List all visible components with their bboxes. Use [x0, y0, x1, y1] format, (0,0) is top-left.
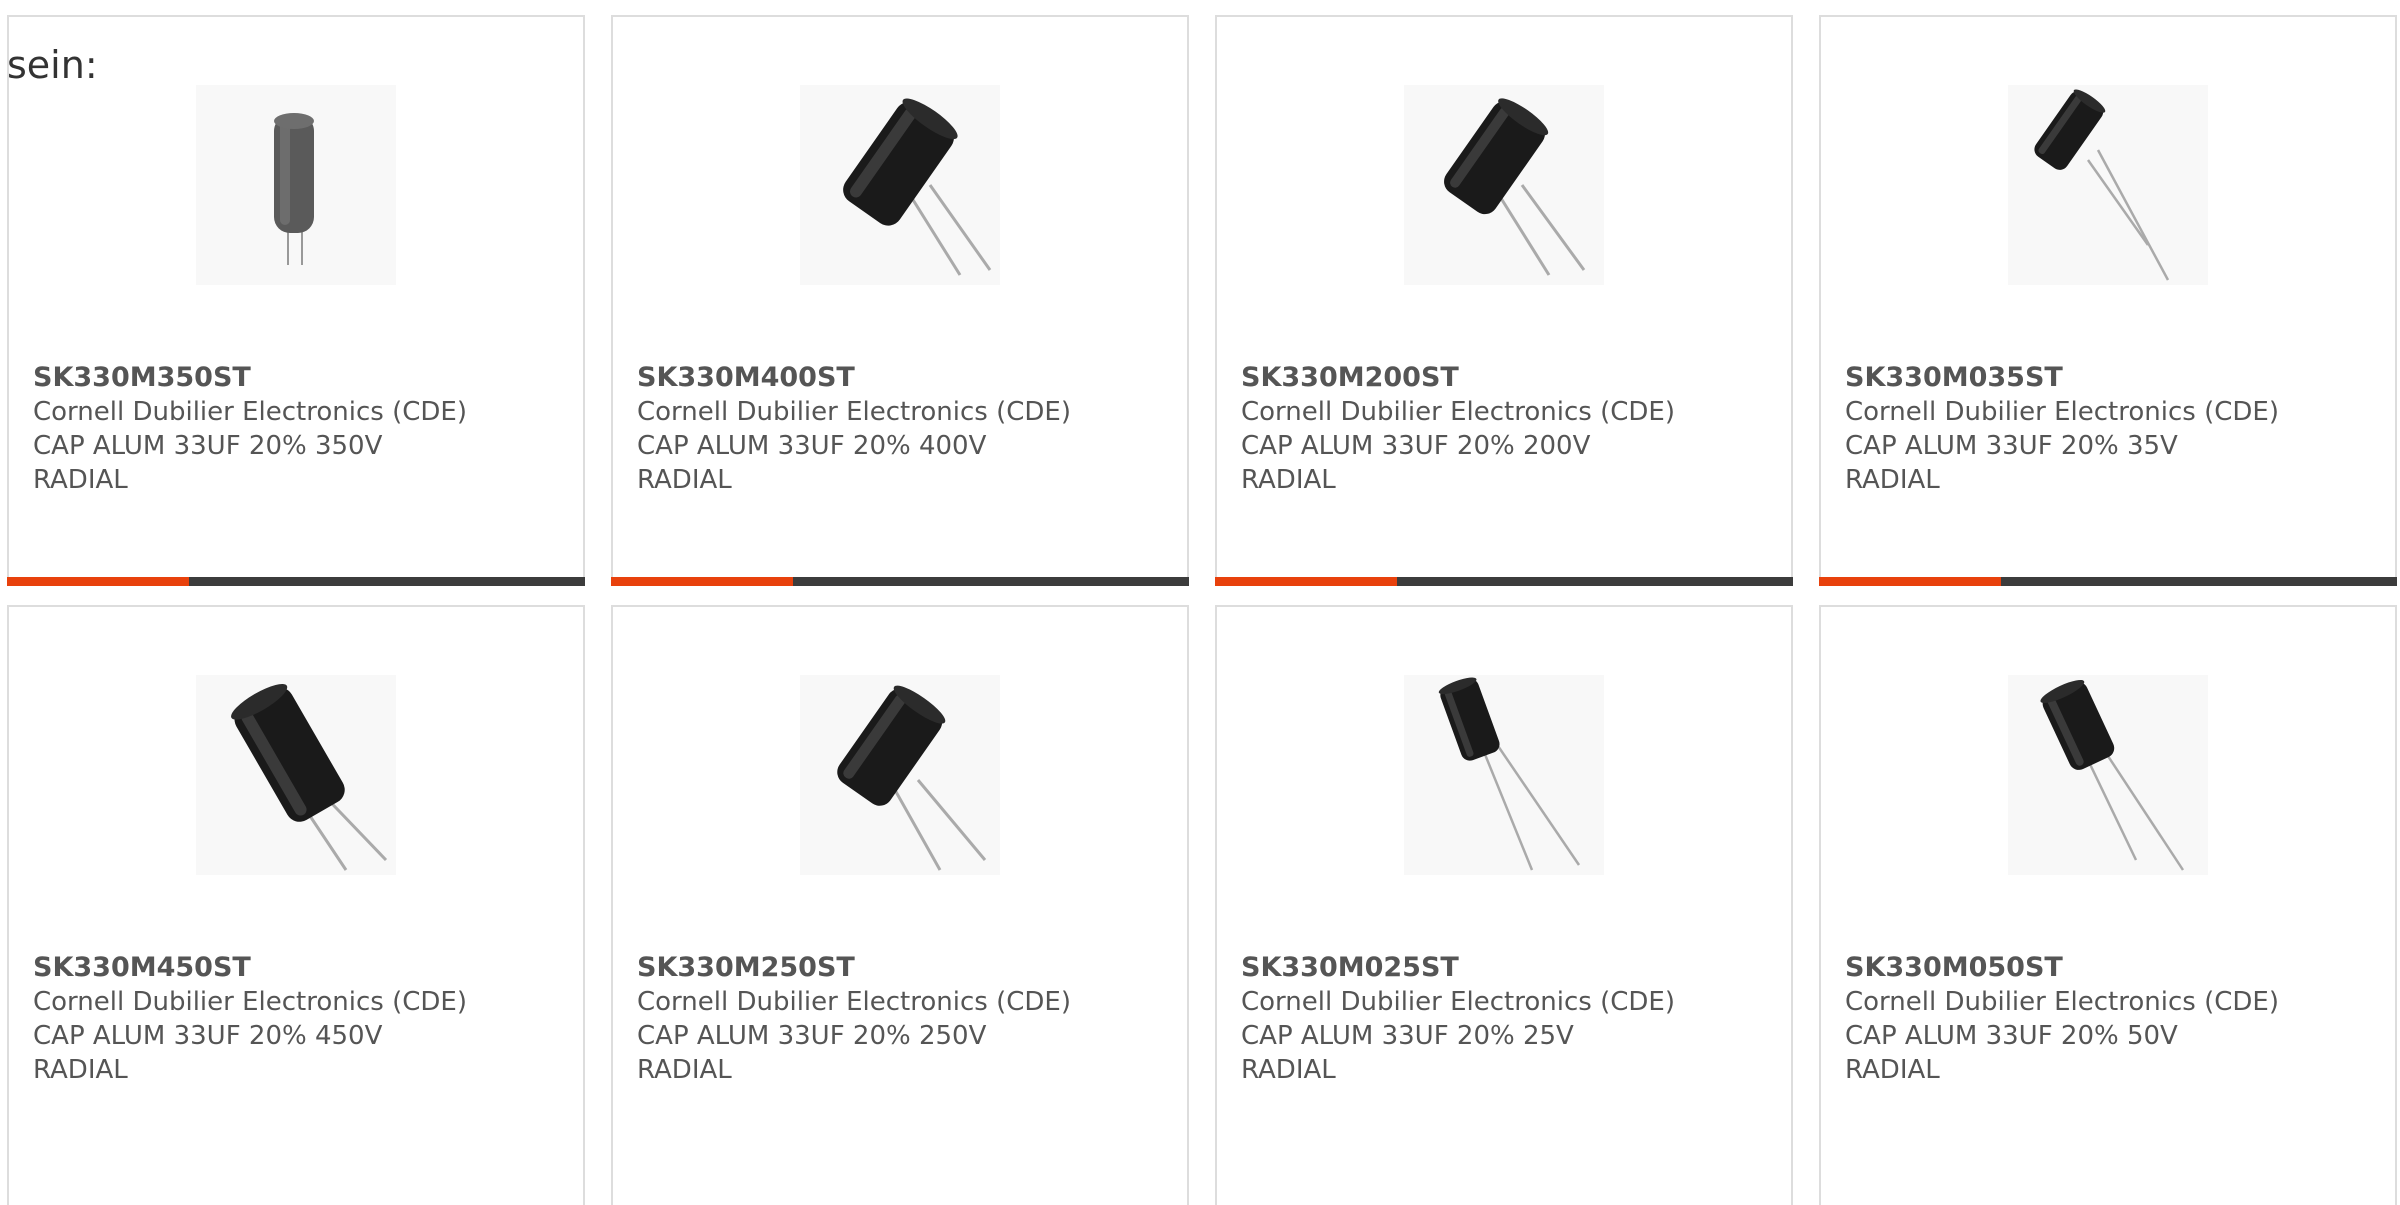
package: RADIAL	[1845, 1055, 1940, 1085]
capacitor-small-icon	[2040, 679, 2185, 871]
part-number-link[interactable]: SK330M025ST	[1241, 951, 1771, 985]
description: CAP ALUM 33UF 20% 200V	[1241, 431, 1591, 461]
card-footer-accent	[7, 577, 190, 586]
product-grid: SK330M350ST Cornell Dubilier Electronics…	[0, 0, 2400, 1205]
product-card[interactable]: SK330M050ST Cornell Dubilier Electronics…	[1819, 605, 2397, 1205]
part-number-link[interactable]: SK330M050ST	[1845, 951, 2375, 985]
manufacturer: Cornell Dubilier Electronics (CDE)	[33, 987, 467, 1017]
package: RADIAL	[1845, 465, 1940, 495]
product-image[interactable]	[2008, 85, 2208, 285]
capacitor-large-icon	[843, 98, 992, 276]
package: RADIAL	[33, 1055, 128, 1085]
manufacturer: Cornell Dubilier Electronics (CDE)	[637, 987, 1071, 1017]
manufacturer: Cornell Dubilier Electronics (CDE)	[1845, 987, 2279, 1017]
package: RADIAL	[1241, 465, 1336, 495]
product-image[interactable]	[1404, 675, 1604, 875]
capacitor-large-icon	[1444, 98, 1586, 276]
package: RADIAL	[33, 465, 128, 495]
description: CAP ALUM 33UF 20% 35V	[1845, 431, 2178, 461]
description: CAP ALUM 33UF 20% 25V	[1241, 1021, 1574, 1051]
product-card[interactable]: SK330M250ST Cornell Dubilier Electronics…	[611, 605, 1189, 1205]
part-number-link[interactable]: SK330M450ST	[33, 951, 563, 985]
product-card[interactable]: SK330M400ST Cornell Dubilier Electronics…	[611, 15, 1189, 586]
card-footer-bar	[1819, 577, 2397, 586]
intro-text: sein:	[7, 43, 98, 87]
product-card[interactable]: SK330M450ST Cornell Dubilier Electronics…	[7, 605, 585, 1205]
product-image[interactable]	[2008, 675, 2208, 875]
product-info: SK330M035ST Cornell Dubilier Electronics…	[1845, 361, 2375, 497]
product-info: SK330M400ST Cornell Dubilier Electronics…	[637, 361, 1167, 497]
part-number-link[interactable]: SK330M350ST	[33, 361, 563, 395]
product-image[interactable]	[196, 85, 396, 285]
manufacturer: Cornell Dubilier Electronics (CDE)	[33, 397, 467, 427]
description: CAP ALUM 33UF 20% 350V	[33, 431, 383, 461]
capacitor-large-icon	[231, 684, 388, 871]
product-info: SK330M200ST Cornell Dubilier Electronics…	[1241, 361, 1771, 497]
card-footer-accent	[1819, 577, 2002, 586]
product-info: SK330M050ST Cornell Dubilier Electronics…	[1845, 951, 2375, 1087]
product-image[interactable]	[1404, 85, 1604, 285]
product-info: SK330M350ST Cornell Dubilier Electronics…	[33, 361, 563, 497]
product-image[interactable]	[800, 85, 1000, 285]
card-footer-bar	[1215, 577, 1793, 586]
description: CAP ALUM 33UF 20% 450V	[33, 1021, 383, 1051]
product-card[interactable]: SK330M035ST Cornell Dubilier Electronics…	[1819, 15, 2397, 586]
part-number-link[interactable]: SK330M200ST	[1241, 361, 1771, 395]
manufacturer: Cornell Dubilier Electronics (CDE)	[1241, 987, 1675, 1017]
capacitor-small-icon	[2034, 89, 2170, 281]
product-card[interactable]: SK330M025ST Cornell Dubilier Electronics…	[1215, 605, 1793, 1205]
card-footer-bar	[611, 577, 1189, 586]
package: RADIAL	[1241, 1055, 1336, 1085]
product-info: SK330M450ST Cornell Dubilier Electronics…	[33, 951, 563, 1087]
product-image[interactable]	[196, 675, 396, 875]
card-footer-bar	[7, 577, 585, 586]
manufacturer: Cornell Dubilier Electronics (CDE)	[1845, 397, 2279, 427]
package: RADIAL	[637, 1055, 732, 1085]
part-number-link[interactable]: SK330M400ST	[637, 361, 1167, 395]
product-info: SK330M250ST Cornell Dubilier Electronics…	[637, 951, 1167, 1087]
product-card[interactable]: SK330M200ST Cornell Dubilier Electronics…	[1215, 15, 1793, 586]
card-footer-accent	[1215, 577, 1398, 586]
package: RADIAL	[637, 465, 732, 495]
capacitor-small-icon	[1438, 677, 1581, 871]
part-number-link[interactable]: SK330M035ST	[1845, 361, 2375, 395]
manufacturer: Cornell Dubilier Electronics (CDE)	[1241, 397, 1675, 427]
capacitor-upright-grey-icon	[274, 113, 314, 265]
product-image[interactable]	[800, 675, 1000, 875]
part-number-link[interactable]: SK330M250ST	[637, 951, 1167, 985]
description: CAP ALUM 33UF 20% 50V	[1845, 1021, 2178, 1051]
manufacturer: Cornell Dubilier Electronics (CDE)	[637, 397, 1071, 427]
product-info: SK330M025ST Cornell Dubilier Electronics…	[1241, 951, 1771, 1087]
description: CAP ALUM 33UF 20% 400V	[637, 431, 987, 461]
description: CAP ALUM 33UF 20% 250V	[637, 1021, 987, 1051]
card-footer-accent	[611, 577, 794, 586]
product-card[interactable]: SK330M350ST Cornell Dubilier Electronics…	[7, 15, 585, 586]
capacitor-large-icon	[837, 685, 987, 871]
